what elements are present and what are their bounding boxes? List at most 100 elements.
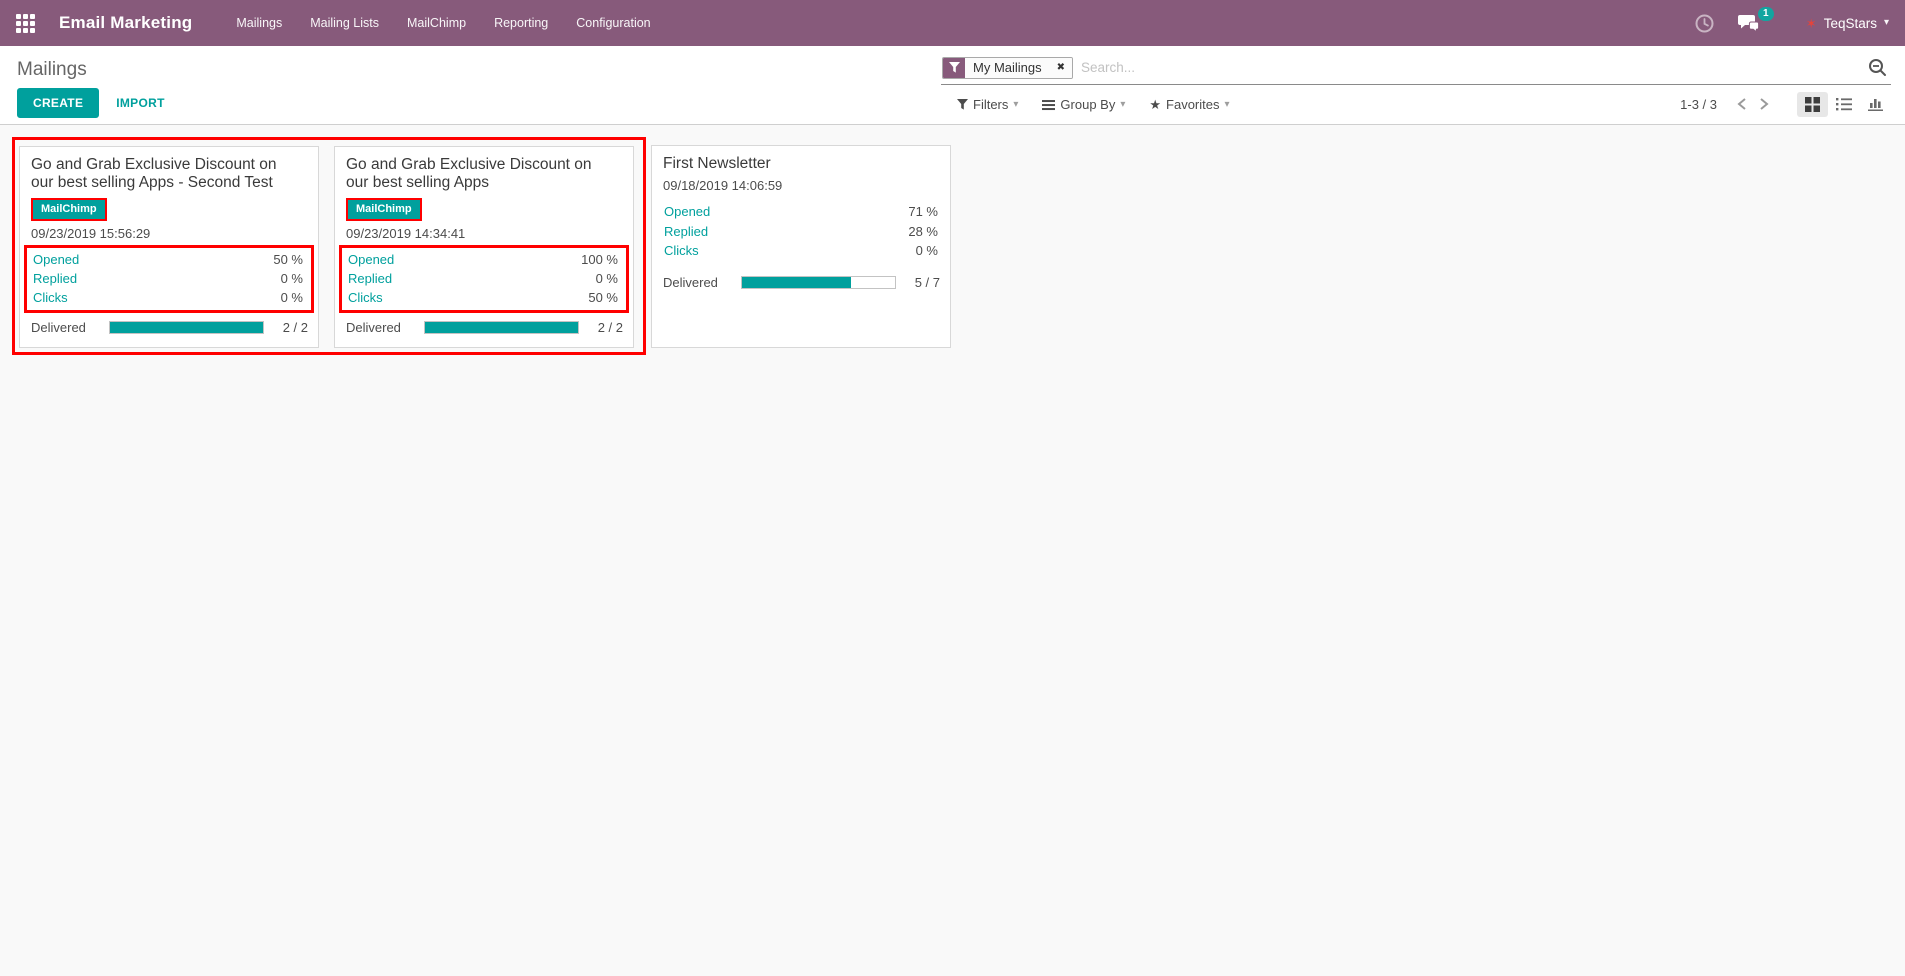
- graph-view-icon: [1868, 97, 1884, 111]
- stat-row: Replied 0 %: [33, 269, 303, 288]
- stat-clicks-value: 50 %: [588, 288, 618, 307]
- delivered-label: Delivered: [663, 275, 727, 290]
- delivered-progress-fill: [425, 322, 578, 333]
- pager-range[interactable]: 1-3 / 3: [1680, 97, 1717, 112]
- stat-clicks-value: 0 %: [281, 288, 303, 307]
- stat-replied-value: 28 %: [908, 222, 938, 242]
- card-date: 09/18/2019 14:06:59: [663, 178, 940, 193]
- menu-item-mailings[interactable]: Mailings: [236, 16, 282, 30]
- search-options-group: Filters ▾ Group By ▾ ★ Favorites ▾: [957, 97, 1230, 113]
- card-date: 09/23/2019 15:56:29: [31, 226, 308, 241]
- stat-row: Clicks 0 %: [33, 288, 303, 307]
- top-navbar: Email Marketing Mailings Mailing Lists M…: [0, 0, 1905, 46]
- caret-down-icon: ▾: [1884, 18, 1889, 28]
- delivered-progress-fill: [110, 322, 263, 333]
- card-title[interactable]: First Newsletter: [663, 155, 921, 173]
- delivered-row: Delivered 2 / 2: [346, 320, 623, 335]
- control-panel: Mailings My Mailings ✖: [0, 46, 1905, 125]
- pager-previous-button[interactable]: [1731, 95, 1753, 113]
- menu-item-mailchimp[interactable]: MailChimp: [407, 16, 466, 30]
- stat-opened-value: 71 %: [908, 202, 938, 222]
- menu-item-configuration[interactable]: Configuration: [576, 16, 650, 30]
- stat-row: Opened 100 %: [348, 250, 618, 269]
- card-date: 09/23/2019 14:34:41: [346, 226, 623, 241]
- kanban-view-button[interactable]: [1797, 92, 1828, 117]
- delivered-value: 2 / 2: [274, 320, 308, 335]
- stat-opened-value: 100 %: [581, 250, 618, 269]
- breadcrumb-title: Mailings: [17, 59, 87, 81]
- group-by-dropdown[interactable]: Group By ▾: [1042, 97, 1125, 112]
- stat-clicks-link[interactable]: Clicks: [348, 288, 383, 307]
- bars-icon: [1042, 100, 1055, 110]
- messages-icon[interactable]: 1: [1738, 14, 1760, 32]
- favorites-dropdown[interactable]: ★ Favorites ▾: [1149, 97, 1229, 113]
- stat-replied-link[interactable]: Replied: [33, 269, 77, 288]
- list-view-button[interactable]: [1828, 92, 1860, 116]
- delivered-label: Delivered: [346, 320, 410, 335]
- stat-replied-link[interactable]: Replied: [348, 269, 392, 288]
- search-options-magnifier-icon[interactable]: [1866, 58, 1889, 77]
- delivered-value: 5 / 7: [906, 275, 940, 290]
- stat-opened-link[interactable]: Opened: [33, 250, 79, 269]
- stat-row: Opened 50 %: [33, 250, 303, 269]
- card-stats-annotated: Opened 100 % Replied 0 % Clicks 50 %: [339, 245, 629, 313]
- stat-opened-value: 50 %: [273, 250, 303, 269]
- card-title[interactable]: Go and Grab Exclusive Discount on our be…: [31, 156, 289, 192]
- mailing-card-exclusive-discount[interactable]: Go and Grab Exclusive Discount on our be…: [334, 146, 634, 348]
- stat-row: Opened 71 %: [664, 202, 938, 222]
- menu-item-mailing-lists[interactable]: Mailing Lists: [310, 16, 379, 30]
- mailing-card-second-test[interactable]: Go and Grab Exclusive Discount on our be…: [19, 146, 319, 348]
- stat-row: Replied 0 %: [348, 269, 618, 288]
- card-title[interactable]: Go and Grab Exclusive Discount on our be…: [346, 156, 604, 192]
- annotation-box-badge: MailChimp: [346, 198, 422, 221]
- pager-next-button[interactable]: [1753, 95, 1775, 113]
- activities-clock-icon[interactable]: [1695, 14, 1714, 33]
- caret-down-icon: ▾: [1120, 100, 1125, 110]
- caret-down-icon: ▾: [1225, 100, 1230, 110]
- company-logo-icon: ✶: [1806, 17, 1817, 30]
- caret-down-icon: ▾: [1013, 100, 1018, 110]
- create-button[interactable]: CREATE: [17, 88, 99, 118]
- chevron-left-icon: [1737, 97, 1747, 111]
- kanban-view-icon: [1805, 97, 1820, 112]
- delivered-value: 2 / 2: [589, 320, 623, 335]
- stat-row: Clicks 50 %: [348, 288, 618, 307]
- chevron-right-icon: [1759, 97, 1769, 111]
- apps-menu-icon[interactable]: [16, 14, 35, 33]
- list-view-icon: [1836, 97, 1852, 111]
- message-count-badge: 1: [1758, 7, 1774, 21]
- graph-view-button[interactable]: [1860, 92, 1892, 116]
- stat-clicks-value: 0 %: [916, 241, 938, 261]
- import-button[interactable]: IMPORT: [116, 96, 164, 110]
- control-panel-bottom-row: CREATE IMPORT Filters ▾ Group By ▾ ★ Fav…: [0, 86, 1905, 125]
- stat-clicks-link[interactable]: Clicks: [664, 241, 699, 261]
- delivered-progressbar: [109, 321, 264, 334]
- screen: Email Marketing Mailings Mailing Lists M…: [0, 0, 1905, 976]
- card-stats: Opened 71 % Replied 28 % Clicks 0 %: [663, 202, 940, 261]
- systray: 1 ✶ TeqStars ▾: [1695, 14, 1889, 33]
- facet-remove-icon[interactable]: ✖: [1050, 58, 1072, 78]
- app-brand-title[interactable]: Email Marketing: [59, 13, 192, 33]
- kanban-view: Go and Grab Exclusive Discount on our be…: [0, 125, 1905, 976]
- filter-funnel-icon: [943, 58, 965, 78]
- search-facet: My Mailings ✖: [942, 57, 1073, 79]
- pager-and-views: 1-3 / 3: [1680, 92, 1892, 117]
- stat-row: Clicks 0 %: [664, 241, 938, 261]
- card-stats-annotated: Opened 50 % Replied 0 % Clicks 0 %: [24, 245, 314, 313]
- user-menu[interactable]: ✶ TeqStars ▾: [1806, 16, 1889, 31]
- user-name: TeqStars: [1824, 16, 1877, 31]
- stat-opened-link[interactable]: Opened: [664, 202, 710, 222]
- stat-opened-link[interactable]: Opened: [348, 250, 394, 269]
- stat-clicks-link[interactable]: Clicks: [33, 288, 68, 307]
- view-switcher: [1797, 92, 1892, 117]
- filters-dropdown[interactable]: Filters ▾: [957, 97, 1018, 112]
- mailing-card-first-newsletter[interactable]: First Newsletter 09/18/2019 14:06:59 Ope…: [651, 145, 951, 348]
- stat-row: Replied 28 %: [664, 222, 938, 242]
- search-view: My Mailings ✖: [941, 56, 1891, 85]
- stat-replied-link[interactable]: Replied: [664, 222, 708, 242]
- search-facet-label: My Mailings: [965, 58, 1050, 78]
- delivered-progress-fill: [742, 277, 851, 288]
- search-input[interactable]: [1081, 60, 1866, 75]
- mailchimp-badge: MailChimp: [33, 200, 105, 219]
- menu-item-reporting[interactable]: Reporting: [494, 16, 548, 30]
